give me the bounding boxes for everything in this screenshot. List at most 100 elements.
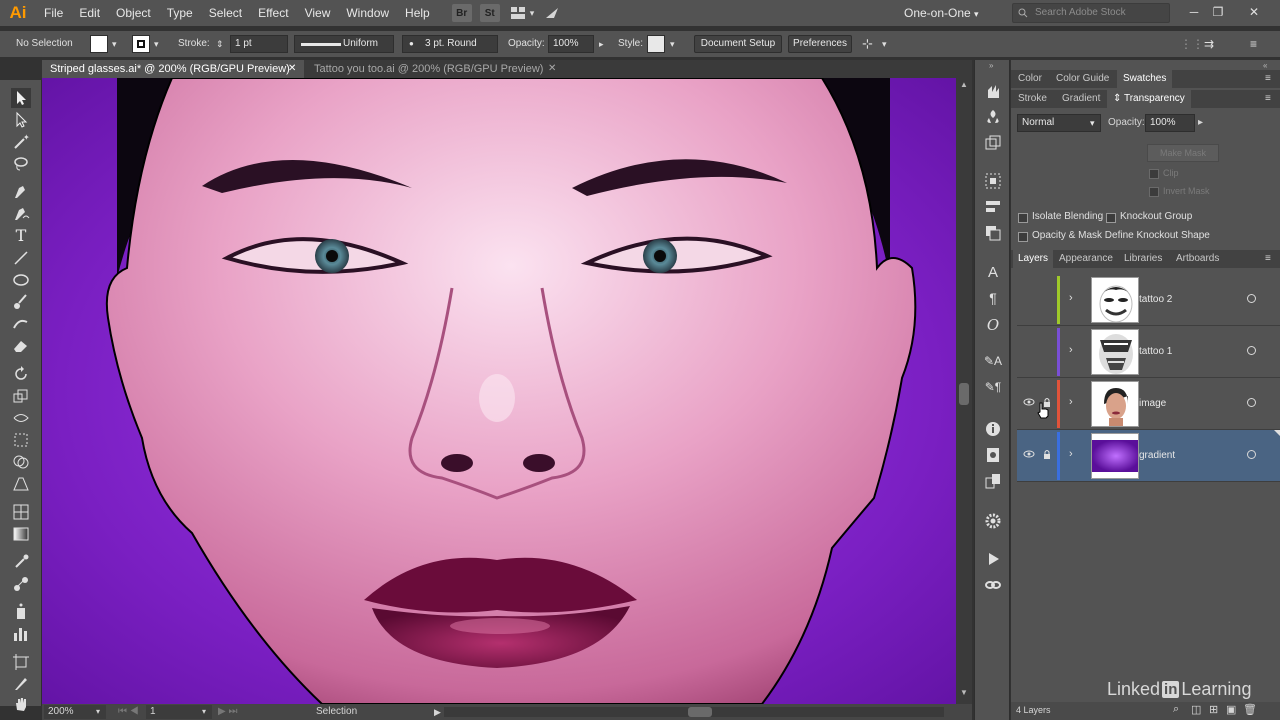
transparency-opacity-field[interactable]: 100%: [1145, 114, 1195, 132]
paintbrush-tool[interactable]: [11, 292, 31, 312]
tab-tattoo-you-too[interactable]: Tattoo you too.ai @ 200% (RGB/GPU Previe…: [306, 60, 564, 78]
tab-striped-glasses[interactable]: Striped glasses.ai* @ 200% (RGB/GPU Prev…: [42, 60, 304, 78]
chevron-down-icon[interactable]: ▾: [530, 8, 535, 19]
layer-row-image[interactable]: › image: [1017, 378, 1280, 430]
ellipse-tool[interactable]: [11, 270, 31, 290]
create-sublayer-icon[interactable]: ⊞: [1209, 703, 1218, 716]
close-window-button[interactable]: ✕: [1244, 3, 1264, 21]
puppet-warp-icon[interactable]: [984, 82, 1002, 100]
arrange-documents-icon[interactable]: [508, 4, 528, 22]
variable-width-profile[interactable]: Uniform: [294, 35, 394, 53]
artboard-tool[interactable]: [11, 652, 31, 672]
zoom-level-field[interactable]: 200% ▾: [44, 705, 106, 719]
tab-color-guide[interactable]: Color Guide: [1056, 70, 1109, 88]
pathfinder-icon[interactable]: [984, 224, 1002, 242]
layer-target-icon[interactable]: [1247, 294, 1256, 303]
menu-type[interactable]: Type: [159, 0, 201, 26]
artboard-number-field[interactable]: 1 ▾: [146, 705, 212, 719]
bridge-button[interactable]: Br: [451, 4, 472, 22]
column-graph-tool[interactable]: [11, 624, 31, 644]
layer-target-icon[interactable]: [1247, 398, 1256, 407]
arrange-icon[interactable]: ⇉: [1204, 31, 1214, 57]
settings-gear-icon[interactable]: [984, 512, 1002, 530]
collapse-icon[interactable]: »: [989, 61, 993, 70]
chevron-down-icon[interactable]: ▾: [154, 31, 159, 57]
align-icon[interactable]: [984, 172, 1002, 190]
character-icon[interactable]: A: [984, 264, 1002, 282]
stroke-swatch[interactable]: [132, 35, 150, 53]
paragraph-styles-icon[interactable]: ✎¶: [984, 380, 1002, 398]
menu-object[interactable]: Object: [108, 0, 159, 26]
slice-tool[interactable]: [11, 674, 31, 694]
blend-mode-select[interactable]: Normal ▾: [1017, 114, 1101, 132]
eraser-tool[interactable]: [11, 336, 31, 356]
close-icon[interactable]: ✕: [288, 60, 296, 78]
type-tool[interactable]: T: [11, 226, 31, 246]
shape-builder-tool[interactable]: [11, 452, 31, 472]
document-info-icon[interactable]: [984, 446, 1002, 464]
line-segment-tool[interactable]: [11, 248, 31, 268]
tab-color[interactable]: Color: [1018, 70, 1042, 88]
tab-swatches[interactable]: Swatches: [1117, 70, 1173, 88]
expand-layer-icon[interactable]: ›: [1069, 344, 1073, 356]
minimize-button[interactable]: ─: [1184, 3, 1204, 21]
magic-wand-tool[interactable]: ✦: [11, 132, 31, 152]
asset-export-icon[interactable]: [984, 134, 1002, 152]
panel-menu-icon[interactable]: ≡: [1265, 93, 1271, 104]
eyedropper-tool[interactable]: [11, 552, 31, 572]
document-setup-button[interactable]: Document Setup: [694, 35, 782, 53]
chevron-down-icon[interactable]: ▾: [882, 31, 887, 57]
tab-gradient[interactable]: Gradient: [1062, 90, 1100, 108]
close-icon[interactable]: ✕: [548, 60, 556, 78]
layer-row-tattoo-1[interactable]: › tattoo 1: [1017, 326, 1280, 378]
collapse-icon[interactable]: «: [1263, 61, 1267, 70]
stock-button[interactable]: St: [479, 4, 500, 22]
actions-play-icon[interactable]: [984, 550, 1002, 568]
tab-transparency[interactable]: ⇕ Transparency: [1107, 90, 1191, 108]
curvature-tool[interactable]: [11, 204, 31, 224]
clip-checkbox[interactable]: [1149, 169, 1159, 179]
status-menu-icon[interactable]: ▶: [434, 704, 441, 720]
layer-target-icon[interactable]: [1247, 450, 1256, 459]
opacity-mask-knockout-checkbox[interactable]: [1018, 232, 1028, 242]
horizontal-scrollbar[interactable]: [444, 707, 944, 717]
restore-button[interactable]: ❐: [1208, 3, 1228, 21]
transform-icon[interactable]: ⊹: [862, 31, 873, 57]
stepper-icon[interactable]: ⇕: [216, 31, 224, 57]
chevron-right-icon[interactable]: ▸: [599, 31, 604, 57]
lasso-tool[interactable]: [11, 154, 31, 174]
layer-row-gradient[interactable]: › gradient: [1017, 430, 1280, 482]
visibility-eye-icon[interactable]: [1023, 396, 1035, 408]
menu-file[interactable]: File: [36, 0, 71, 26]
gradient-tool[interactable]: [11, 524, 31, 544]
blend-tool[interactable]: [11, 574, 31, 594]
scroll-down-icon[interactable]: ▼: [960, 688, 968, 697]
expand-layer-icon[interactable]: ›: [1069, 292, 1073, 304]
opentype-icon[interactable]: O: [984, 316, 1002, 334]
direct-selection-tool[interactable]: [11, 110, 31, 130]
isolate-blending-checkbox[interactable]: [1018, 213, 1028, 223]
menu-help[interactable]: Help: [397, 0, 438, 26]
links-icon[interactable]: [984, 472, 1002, 490]
panel-menu-icon[interactable]: ≡: [1250, 31, 1257, 57]
vertical-scrollbar[interactable]: ▲ ▼: [956, 78, 972, 704]
perspective-grid-tool[interactable]: [11, 474, 31, 494]
expand-layer-icon[interactable]: ›: [1069, 396, 1073, 408]
menu-effect[interactable]: Effect: [250, 0, 296, 26]
info-icon[interactable]: [984, 420, 1002, 438]
last-artboard-icon[interactable]: ▶ ⏭: [218, 704, 237, 720]
hand-tool[interactable]: [11, 694, 31, 714]
first-artboard-icon[interactable]: ⏮ ◀: [118, 704, 139, 720]
panel-menu-icon[interactable]: ≡: [1265, 253, 1271, 264]
lock-icon[interactable]: [1041, 448, 1053, 460]
symbols-icon[interactable]: [984, 108, 1002, 126]
libraries-link-icon[interactable]: [984, 576, 1002, 594]
rotate-tool[interactable]: [11, 364, 31, 384]
tab-libraries[interactable]: Libraries: [1124, 250, 1162, 268]
chevron-down-icon[interactable]: ▾: [670, 31, 675, 57]
scroll-thumb[interactable]: [959, 383, 969, 405]
layer-row-tattoo-2[interactable]: › tattoo 2: [1017, 274, 1280, 326]
character-styles-icon[interactable]: ✎A: [984, 354, 1002, 372]
make-mask-button[interactable]: Make Mask: [1147, 144, 1219, 162]
invert-mask-checkbox[interactable]: [1149, 187, 1159, 197]
